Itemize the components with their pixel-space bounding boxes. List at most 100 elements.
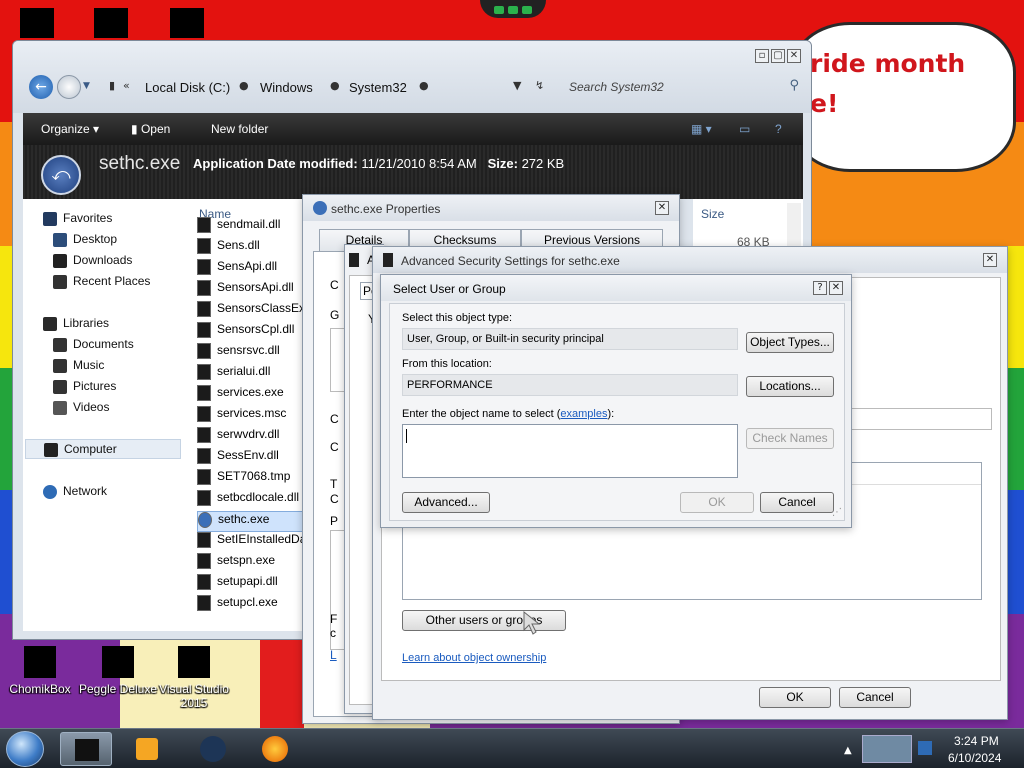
- column-header-size[interactable]: Size: [701, 207, 724, 221]
- file-row[interactable]: sethc.exe: [197, 511, 303, 532]
- nav-videos[interactable]: Videos: [53, 400, 109, 420]
- desktop-icon-folder[interactable]: [94, 8, 128, 38]
- fragment-link[interactable]: L: [330, 648, 337, 662]
- file-row[interactable]: SensorsApi.dll: [197, 280, 303, 301]
- breadcrumb-local-disk[interactable]: Local Disk (C:): [145, 80, 230, 95]
- details-file-name: sethc.exe: [99, 153, 181, 174]
- desktop-icon-recycle-bin[interactable]: [20, 8, 54, 38]
- nav-desktop[interactable]: Desktop: [53, 232, 117, 252]
- history-dropdown-icon[interactable]: ▼: [83, 81, 90, 91]
- file-row[interactable]: SET7068.tmp: [197, 469, 303, 490]
- refresh-icon[interactable]: ↯: [535, 79, 544, 92]
- close-button[interactable]: ✕: [655, 201, 669, 215]
- file-icon: [197, 448, 211, 464]
- cancel-button[interactable]: Cancel: [839, 687, 911, 708]
- address-dropdown-icon[interactable]: ▼: [513, 79, 521, 92]
- nav-network[interactable]: Network: [43, 484, 107, 504]
- desktop-icon-visual-studio[interactable]: Visual Studio 2015: [154, 646, 234, 710]
- taskbar-media-player[interactable]: [120, 732, 172, 766]
- file-row[interactable]: services.exe: [197, 385, 303, 406]
- maximize-button[interactable]: ▢: [771, 49, 785, 63]
- file-row[interactable]: SensorsClassExt: [197, 301, 303, 322]
- preview-pane-icon[interactable]: ▭: [739, 122, 750, 136]
- file-row[interactable]: Sens.dll: [197, 238, 303, 259]
- breadcrumb-arrow-icon[interactable]: ●: [239, 79, 249, 92]
- back-button[interactable]: ←: [29, 75, 53, 99]
- close-button[interactable]: ✕: [787, 49, 801, 63]
- close-button[interactable]: ✕: [829, 281, 843, 295]
- file-row[interactable]: sendmail.dll: [197, 217, 303, 238]
- ok-button[interactable]: OK: [680, 492, 754, 513]
- forward-button[interactable]: [57, 75, 81, 99]
- file-row[interactable]: setbcdlocale.dll: [197, 490, 303, 511]
- nav-label: Desktop: [73, 232, 118, 246]
- nav-recent-places[interactable]: Recent Places: [53, 274, 150, 294]
- enter-name-label: Enter the object name to select (example…: [402, 408, 614, 420]
- computer-icon: [44, 442, 58, 457]
- file-icon: [198, 512, 212, 528]
- minimize-button[interactable]: ▫: [755, 49, 769, 63]
- cancel-button[interactable]: Cancel: [760, 492, 834, 513]
- file-row[interactable]: SensorsCpl.dll: [197, 322, 303, 343]
- breadcrumb-arrow-icon[interactable]: ●: [330, 79, 340, 92]
- fragment-text: F: [330, 612, 338, 626]
- resize-grip-icon[interactable]: ⋰: [832, 507, 842, 518]
- fragment-text: C: [330, 412, 339, 426]
- nav-computer[interactable]: Computer: [25, 439, 181, 459]
- check-names-button[interactable]: Check Names: [746, 428, 834, 449]
- taskbar-explorer[interactable]: [60, 732, 112, 766]
- file-icon: [197, 469, 211, 485]
- nav-downloads[interactable]: Downloads: [53, 253, 132, 273]
- search-placeholder: Search System32: [569, 80, 664, 94]
- file-row[interactable]: serwvdrv.dll: [197, 427, 303, 448]
- open-button[interactable]: ▮ Open: [131, 122, 170, 136]
- breadcrumb-arrow-icon[interactable]: ●: [419, 79, 429, 92]
- desktop-icon-app[interactable]: [170, 8, 204, 38]
- taskbar-app[interactable]: [186, 732, 238, 766]
- object-types-button[interactable]: Object Types...: [746, 332, 834, 353]
- new-folder-button[interactable]: New folder: [211, 122, 268, 136]
- object-name-input[interactable]: [402, 424, 738, 478]
- file-name: sensrsvc.dll: [217, 343, 280, 358]
- start-button[interactable]: [6, 731, 44, 767]
- examples-link[interactable]: examples: [560, 408, 607, 420]
- help-icon[interactable]: ?: [775, 122, 782, 136]
- file-row[interactable]: sensrsvc.dll: [197, 343, 303, 364]
- organize-button[interactable]: Organize ▾: [41, 122, 99, 136]
- desktop-icon-peggle[interactable]: Peggle Deluxe: [78, 646, 158, 696]
- learn-ownership-link[interactable]: Learn about object ownership: [402, 652, 546, 664]
- file-row[interactable]: SetIEInstalledDa: [197, 532, 303, 553]
- taskbar-firefox[interactable]: [248, 732, 300, 766]
- chomikbox-icon: [24, 646, 56, 678]
- nav-libraries[interactable]: Libraries: [43, 316, 109, 336]
- file-row[interactable]: SensApi.dll: [197, 259, 303, 280]
- breadcrumb-system32[interactable]: System32: [349, 80, 407, 95]
- nav-documents[interactable]: Documents: [53, 337, 134, 357]
- file-row[interactable]: setupcl.exe: [197, 595, 303, 616]
- file-row[interactable]: SessEnv.dll: [197, 448, 303, 469]
- file-row[interactable]: setupapi.dll: [197, 574, 303, 595]
- advanced-button[interactable]: Advanced...: [402, 492, 490, 513]
- search-input[interactable]: Search System32 ⚲: [561, 75, 803, 99]
- clock-time[interactable]: 3:24 PM: [954, 734, 999, 748]
- ok-button[interactable]: OK: [759, 687, 831, 708]
- desktop-icon-chomikbox[interactable]: ChomikBox: [0, 646, 80, 696]
- nav-favorites[interactable]: Favorites: [43, 211, 112, 231]
- nav-music[interactable]: Music: [53, 358, 104, 378]
- file-row[interactable]: setspn.exe: [197, 553, 303, 574]
- file-row[interactable]: services.msc: [197, 406, 303, 427]
- tray-app-icon[interactable]: [862, 735, 912, 763]
- clock-date[interactable]: 6/10/2024: [948, 751, 1001, 765]
- network-tray-icon[interactable]: [918, 741, 932, 755]
- view-options-icon[interactable]: ▦ ▾: [691, 122, 712, 136]
- breadcrumb-windows[interactable]: Windows: [260, 80, 313, 95]
- tray-expand-icon[interactable]: ▲: [844, 745, 852, 756]
- details-date-value: 11/21/2010 8:54 AM: [361, 156, 477, 171]
- nav-pictures[interactable]: Pictures: [53, 379, 116, 399]
- address-bar[interactable]: ▮ « Local Disk (C:) ● Windows ● System32…: [99, 75, 544, 99]
- file-row[interactable]: serialui.dll: [197, 364, 303, 385]
- help-button[interactable]: ?: [813, 281, 827, 295]
- locations-button[interactable]: Locations...: [746, 376, 834, 397]
- close-button[interactable]: ✕: [983, 253, 997, 267]
- search-icon[interactable]: ⚲: [789, 78, 799, 93]
